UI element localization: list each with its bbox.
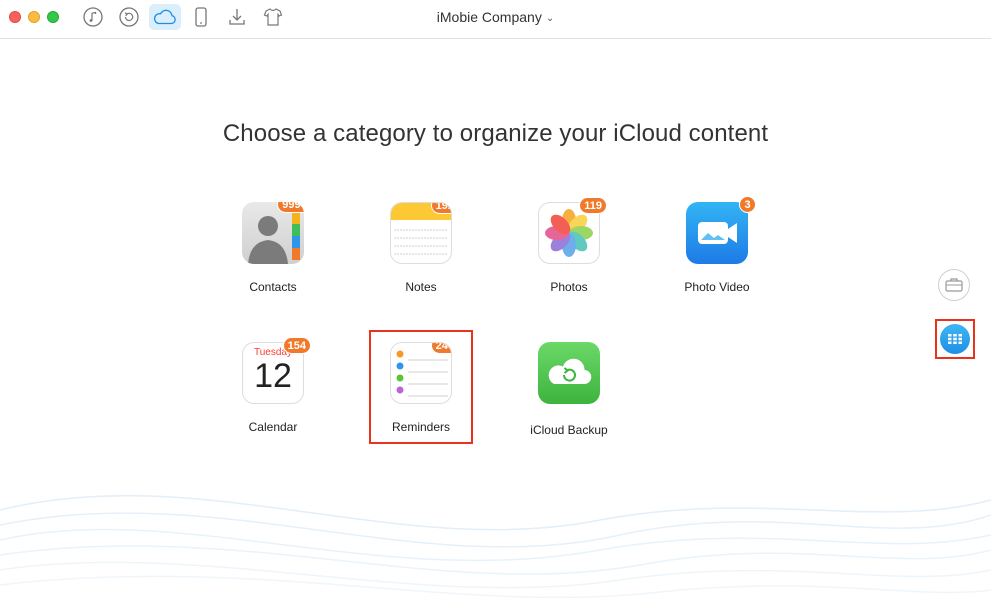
category-label: iCloud Backup xyxy=(530,423,608,437)
category-photo-video[interactable]: 3 Photo Video xyxy=(662,196,772,294)
category-label: Photos xyxy=(550,280,588,294)
briefcase-icon xyxy=(945,278,963,292)
photos-count-badge: 119 xyxy=(579,197,607,214)
device-name: iMobie Company xyxy=(436,9,542,25)
category-photos[interactable]: 119 Photos xyxy=(514,197,624,294)
background-waves xyxy=(0,494,991,599)
contacts-count-badge: 999+ xyxy=(277,202,304,213)
notes-count-badge: 192 xyxy=(430,203,451,214)
category-label: Photo Video xyxy=(684,280,750,294)
reminders-highlight-frame xyxy=(369,330,473,444)
apps-button[interactable] xyxy=(940,324,970,354)
title-bar: iMobie Company ⌄ xyxy=(0,0,991,39)
video-camera-icon: 3 xyxy=(686,196,756,264)
category-calendar[interactable]: Tuesday 12 154 Calendar xyxy=(218,337,328,434)
calendar-icon: Tuesday 12 154 xyxy=(242,337,311,404)
photo-video-count-badge: 3 xyxy=(739,196,756,213)
page-heading: Choose a category to organize your iClou… xyxy=(222,120,769,147)
icloud-backup-icon xyxy=(538,342,600,404)
notes-icon: 192 xyxy=(390,202,452,264)
category-label: Contacts xyxy=(249,280,297,294)
device-selector[interactable]: iMobie Company ⌄ xyxy=(0,9,991,25)
grid-icon xyxy=(948,334,962,344)
contacts-icon: 999+ xyxy=(242,202,304,264)
chevron-down-icon: ⌄ xyxy=(545,13,555,24)
category-label: Calendar xyxy=(248,420,298,434)
category-contacts[interactable]: 999+ Contacts xyxy=(218,202,328,294)
category-notes[interactable]: 192 Notes xyxy=(366,202,476,294)
photos-icon: 119 xyxy=(538,197,607,264)
category-icloud-backup[interactable]: iCloud Backup xyxy=(514,342,624,437)
category-label: Notes xyxy=(405,280,437,294)
calendar-count-badge: 154 xyxy=(282,337,311,354)
calendar-icon-date: 12 xyxy=(254,357,292,395)
apps-button-highlight-frame xyxy=(935,319,975,359)
toolbox-button[interactable] xyxy=(938,269,970,301)
